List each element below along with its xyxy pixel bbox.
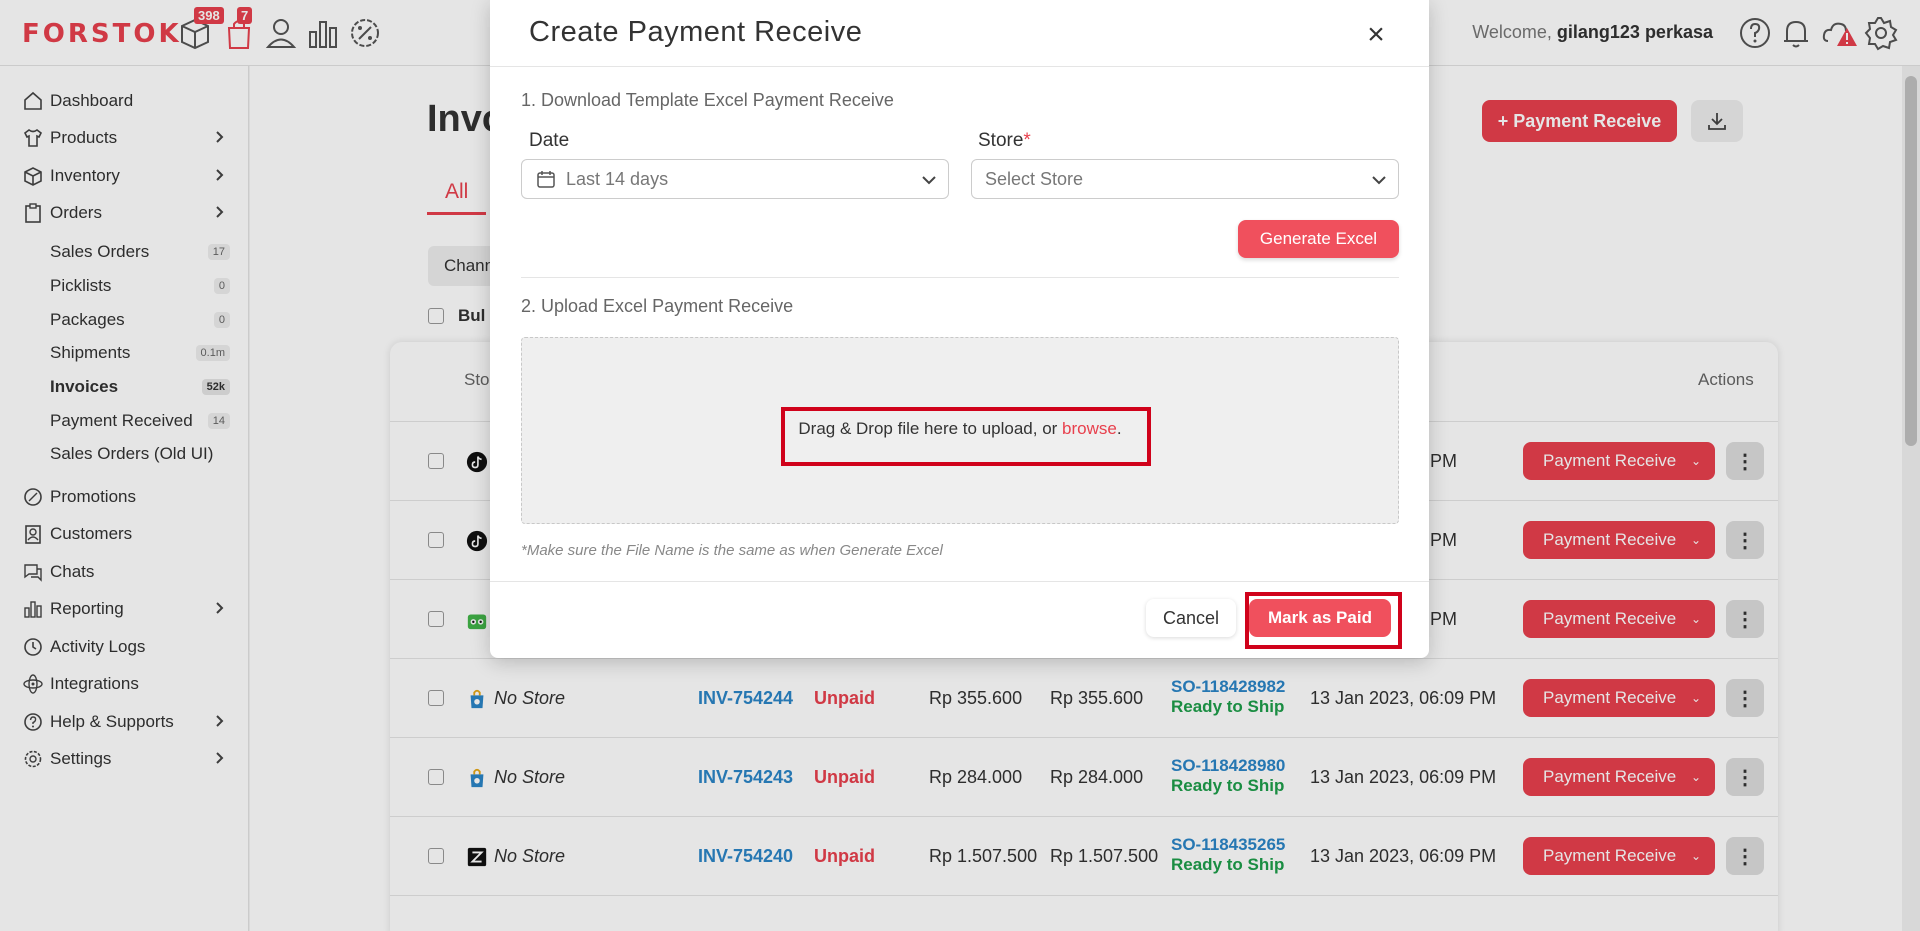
close-icon[interactable]: × (1362, 20, 1390, 50)
divider (521, 277, 1399, 278)
date-range-value: Last 14 days (566, 168, 669, 189)
modal-title: Create Payment Receive (529, 16, 863, 48)
file-name-note: *Make sure the File Name is the same as … (521, 542, 943, 559)
chevron-down-icon (922, 176, 936, 185)
cancel-button[interactable]: Cancel (1146, 599, 1236, 637)
create-payment-receive-modal: Create Payment Receive × 1. Download Tem… (490, 0, 1429, 658)
step2-label: 2. Upload Excel Payment Receive (521, 296, 794, 316)
generate-excel-button[interactable]: Generate Excel (1238, 220, 1399, 258)
modal-header: Create Payment Receive × (490, 0, 1429, 67)
date-range-select[interactable]: Last 14 days (521, 159, 949, 199)
store-select[interactable]: Select Store (971, 159, 1399, 199)
store-label: Store* (978, 130, 1031, 151)
required-marker: * (1023, 130, 1031, 151)
divider (490, 581, 1429, 582)
step1-label: 1. Download Template Excel Payment Recei… (521, 90, 894, 110)
highlight-box (1245, 592, 1402, 649)
chevron-down-icon (1372, 176, 1386, 185)
highlight-box (781, 407, 1151, 466)
date-label: Date (529, 130, 570, 151)
calendar-icon (537, 171, 555, 188)
store-placeholder: Select Store (985, 168, 1084, 189)
